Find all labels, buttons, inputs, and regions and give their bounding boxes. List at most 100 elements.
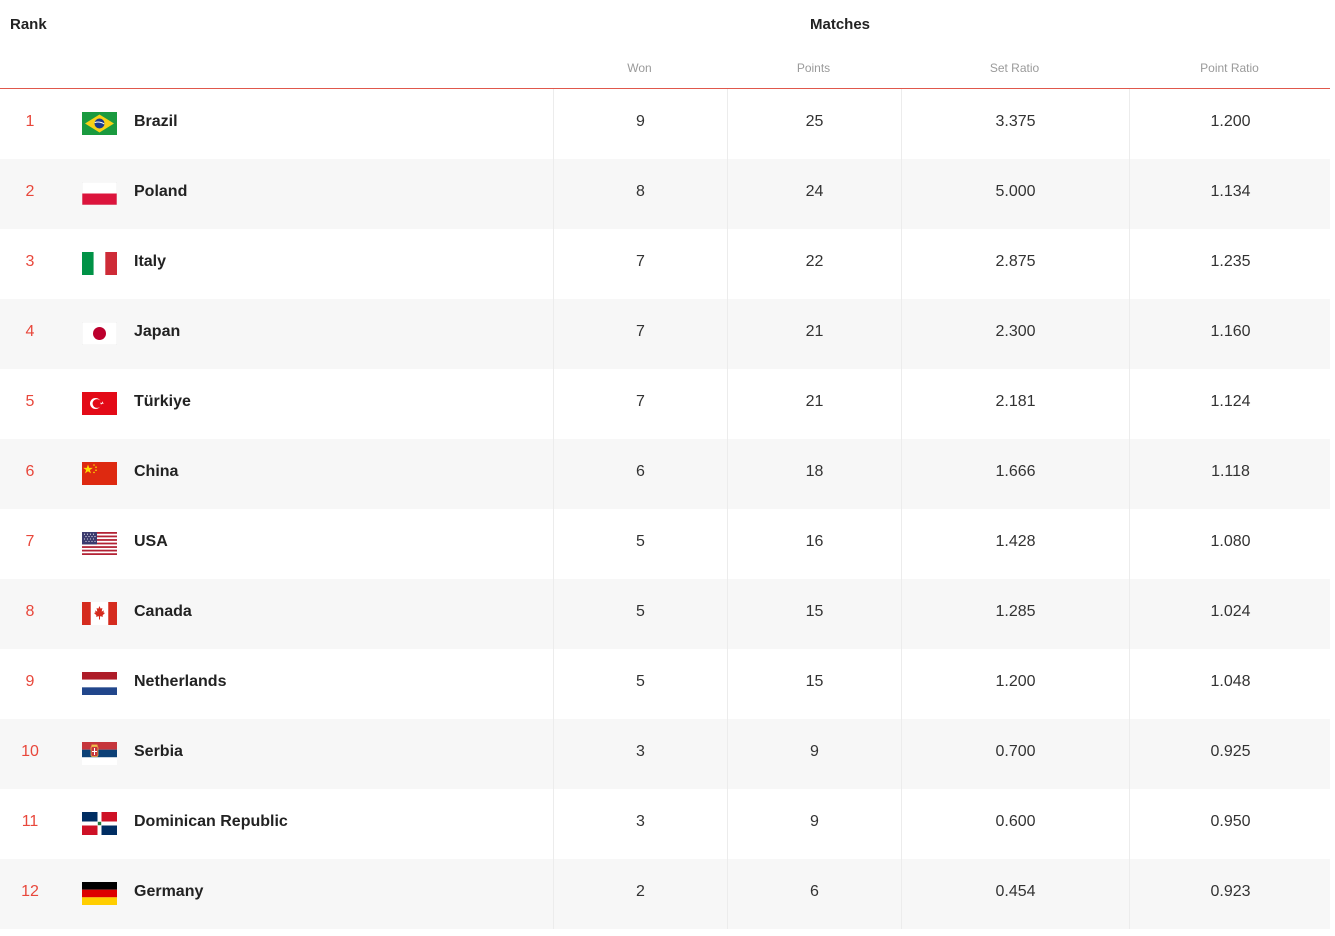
- point-ratio-cell: 1.200: [1129, 89, 1331, 159]
- table-row[interactable]: 11 Dominican Republic 3 9 0.600 0.950: [0, 789, 1330, 859]
- point-ratio-cell: 1.080: [1129, 509, 1331, 579]
- dominican-republic-flag-icon: [82, 812, 117, 835]
- points-cell: 22: [727, 229, 901, 299]
- point-ratio-cell: 0.950: [1129, 789, 1331, 859]
- table-row[interactable]: 8 Canada 5 15 1.285 1.024: [0, 579, 1330, 649]
- china-flag-icon: [82, 462, 117, 485]
- points-cell: 25: [727, 89, 901, 159]
- italy-flag-icon: [82, 252, 117, 275]
- points-cell: 21: [727, 369, 901, 439]
- rank-column-header: Rank: [10, 16, 47, 33]
- won-cell: 3: [553, 789, 727, 859]
- table-row[interactable]: 2 Poland 8 24 5.000 1.134: [0, 159, 1330, 229]
- brazil-flag-icon: [82, 112, 117, 135]
- won-cell: 2: [553, 859, 727, 929]
- table-row[interactable]: 6 China 6 18 1.666 1.118: [0, 439, 1330, 509]
- rank-cell: 9: [25, 673, 35, 690]
- won-cell: 9: [553, 89, 727, 159]
- poland-flag-icon: [82, 182, 117, 205]
- point-ratio-cell: 1.124: [1129, 369, 1331, 439]
- table-row[interactable]: 12 Germany 2 6 0.454 0.923: [0, 859, 1330, 929]
- rank-cell: 5: [25, 393, 35, 410]
- points-cell: 24: [727, 159, 901, 229]
- turkiye-flag-icon: [82, 392, 117, 415]
- team-name[interactable]: Netherlands: [134, 649, 226, 719]
- table-row[interactable]: 5 Türkiye 7 21 2.181 1.124: [0, 369, 1330, 439]
- point-ratio-cell: 1.048: [1129, 649, 1331, 719]
- table-row[interactable]: 3 Italy 7 22 2.875 1.235: [0, 229, 1330, 299]
- points-column-header[interactable]: Points: [727, 61, 900, 75]
- team-name[interactable]: Türkiye: [134, 369, 191, 439]
- won-cell: 5: [553, 509, 727, 579]
- germany-flag-icon: [82, 882, 117, 905]
- team-name[interactable]: Brazil: [134, 89, 178, 159]
- point-ratio-cell: 1.134: [1129, 159, 1331, 229]
- rank-cell: 3: [25, 253, 35, 270]
- points-cell: 18: [727, 439, 901, 509]
- points-cell: 9: [727, 719, 901, 789]
- points-cell: 15: [727, 649, 901, 719]
- points-cell: 21: [727, 299, 901, 369]
- points-cell: 15: [727, 579, 901, 649]
- team-name[interactable]: Dominican Republic: [134, 789, 288, 859]
- table-row[interactable]: 10 Serbia 3 9 0.700 0.925: [0, 719, 1330, 789]
- point-ratio-cell: 1.160: [1129, 299, 1331, 369]
- team-name[interactable]: USA: [134, 509, 168, 579]
- table-row[interactable]: 4 Japan 7 21 2.300 1.160: [0, 299, 1330, 369]
- team-name[interactable]: Italy: [134, 229, 166, 299]
- won-cell: 3: [553, 719, 727, 789]
- rank-cell: 6: [25, 463, 35, 480]
- won-cell: 8: [553, 159, 727, 229]
- table-row[interactable]: 1 Brazil 9 25 3.375 1.200: [0, 89, 1330, 159]
- won-cell: 7: [553, 369, 727, 439]
- point-ratio-cell: 1.235: [1129, 229, 1331, 299]
- set-ratio-cell: 1.428: [901, 509, 1129, 579]
- set-ratio-cell: 1.285: [901, 579, 1129, 649]
- rank-cell: 10: [21, 743, 39, 760]
- team-name[interactable]: Germany: [134, 859, 203, 929]
- set-ratio-cell: 0.600: [901, 789, 1129, 859]
- japan-flag-icon: [82, 322, 117, 345]
- point-ratio-column-header[interactable]: Point Ratio: [1129, 61, 1330, 75]
- usa-flag-icon: [82, 532, 117, 555]
- table-row[interactable]: 9 Netherlands 5 15 1.200 1.048: [0, 649, 1330, 719]
- rank-cell: 11: [21, 813, 39, 830]
- set-ratio-cell: 2.181: [901, 369, 1129, 439]
- team-name[interactable]: Japan: [134, 299, 180, 369]
- rank-cell: 8: [25, 603, 35, 620]
- set-ratio-cell: 5.000: [901, 159, 1129, 229]
- set-ratio-column-header[interactable]: Set Ratio: [901, 61, 1128, 75]
- point-ratio-cell: 0.925: [1129, 719, 1331, 789]
- rank-cell: 2: [25, 183, 35, 200]
- team-name[interactable]: China: [134, 439, 178, 509]
- serbia-flag-icon: [82, 742, 117, 765]
- won-cell: 7: [553, 299, 727, 369]
- set-ratio-cell: 1.200: [901, 649, 1129, 719]
- matches-column-group-header: Matches: [809, 16, 871, 33]
- team-name[interactable]: Canada: [134, 579, 192, 649]
- rank-cell: 12: [21, 883, 39, 900]
- rank-cell: 4: [25, 323, 35, 340]
- canada-flag-icon: [82, 602, 117, 625]
- won-column-header[interactable]: Won: [553, 61, 726, 75]
- won-cell: 7: [553, 229, 727, 299]
- point-ratio-cell: 0.923: [1129, 859, 1331, 929]
- won-cell: 6: [553, 439, 727, 509]
- point-ratio-cell: 1.024: [1129, 579, 1331, 649]
- won-cell: 5: [553, 649, 727, 719]
- set-ratio-cell: 1.666: [901, 439, 1129, 509]
- team-name[interactable]: Poland: [134, 159, 187, 229]
- rank-cell: 7: [25, 533, 35, 550]
- point-ratio-cell: 1.118: [1129, 439, 1331, 509]
- rank-cell: 1: [25, 113, 35, 130]
- points-cell: 9: [727, 789, 901, 859]
- set-ratio-cell: 0.700: [901, 719, 1129, 789]
- netherlands-flag-icon: [82, 672, 117, 695]
- table-row[interactable]: 7 USA 5 16 1.428 1.080: [0, 509, 1330, 579]
- points-cell: 16: [727, 509, 901, 579]
- set-ratio-cell: 3.375: [901, 89, 1129, 159]
- team-name[interactable]: Serbia: [134, 719, 183, 789]
- standings-table: 1 Brazil 9 25 3.375 1.200 2 Poland 8 24 …: [0, 89, 1330, 929]
- points-cell: 6: [727, 859, 901, 929]
- set-ratio-cell: 2.875: [901, 229, 1129, 299]
